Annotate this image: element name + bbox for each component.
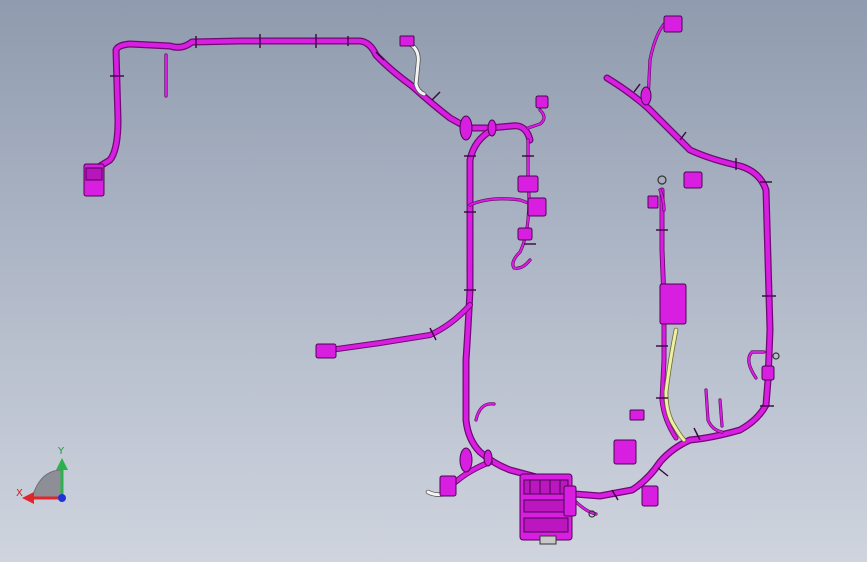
connector-top-right: [663, 15, 683, 33]
harness-trunks: [93, 37, 774, 500]
grommet-lower: [459, 447, 473, 473]
connectors[interactable]: [83, 15, 775, 545]
triad-y-arrow: [56, 458, 68, 470]
triad-z-axis: [58, 494, 66, 502]
connector-left-plug-face: [85, 167, 103, 181]
grommet-upper-2: [487, 119, 497, 137]
connector-inner-small-2: [629, 409, 645, 421]
connector-right-upper: [683, 171, 703, 189]
colored-wires: [407, 41, 687, 497]
triad-y-label: Y: [57, 446, 65, 457]
connector-top-small: [399, 35, 415, 47]
connector-relay: [613, 439, 637, 465]
wire-harness-model[interactable]: X Y: [0, 0, 867, 562]
cad-viewport[interactable]: X Y: [0, 0, 867, 562]
connector-spur-plug: [315, 343, 337, 359]
triad-x-arrow: [22, 492, 34, 504]
connector-mid-cluster-1: [517, 175, 539, 193]
connector-lower-left: [439, 475, 457, 497]
connector-mid-cluster-3: [517, 227, 533, 241]
grommet-right-top: [640, 86, 652, 106]
triad-x-label: X: [16, 488, 23, 499]
fuse-box: [519, 473, 577, 545]
harness-thin-wires: [164, 18, 766, 516]
grommet-upper: [459, 115, 473, 141]
coordinate-triad: X Y: [16, 446, 68, 504]
triad-plane: [31, 469, 63, 499]
connector-inner-small-1: [647, 195, 659, 209]
connector-right-side: [761, 365, 775, 381]
grommet-lower-2: [483, 449, 493, 467]
connector-lower-right: [641, 485, 659, 507]
connector-upper-right-mid: [535, 95, 549, 109]
connector-mid-cluster-2: [527, 197, 547, 217]
connector-inner-module: [659, 283, 687, 325]
